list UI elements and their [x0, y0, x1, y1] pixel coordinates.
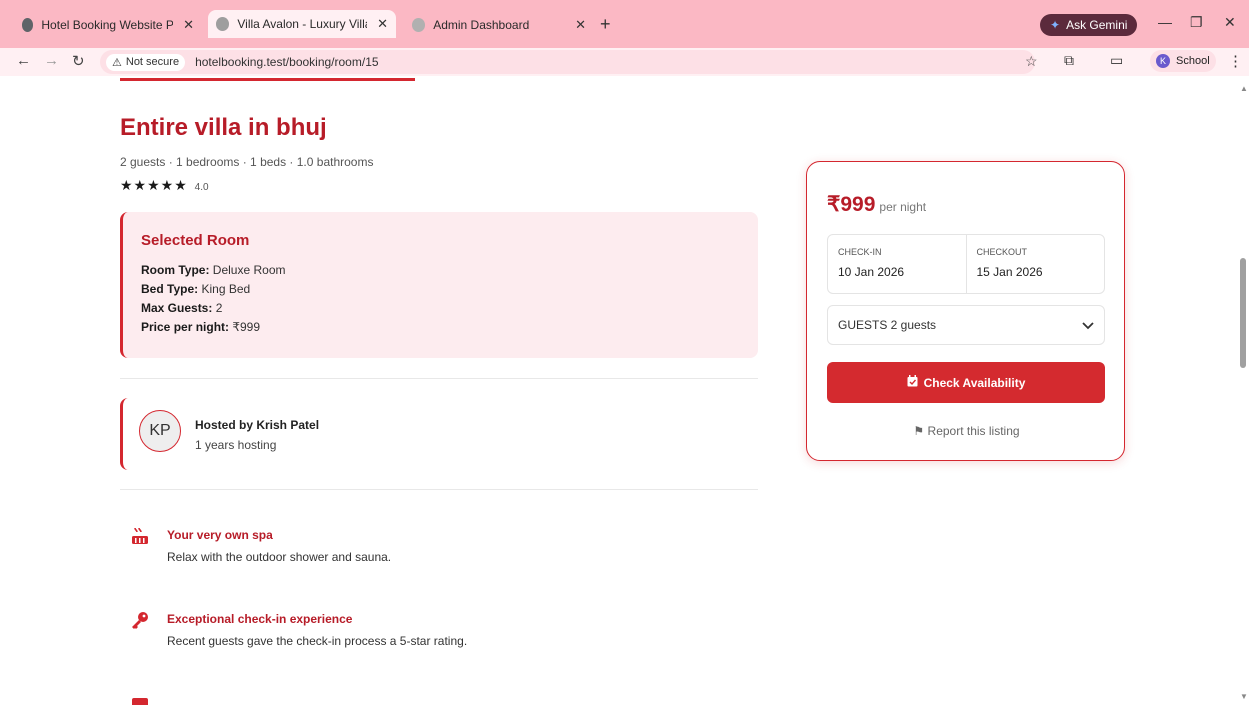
date-picker: CHECK-IN 10 Jan 2026 CHECKOUT 15 Jan 202… [827, 234, 1105, 294]
flag-icon: ⚑ [913, 424, 925, 438]
reading-list-icon[interactable]: ▭ [1110, 52, 1123, 69]
star-icons: ★★★★★ [120, 177, 188, 193]
globe-icon [216, 17, 230, 31]
profile-button[interactable]: K School [1150, 50, 1216, 72]
max-guests-row: Max Guests: 2 [141, 301, 740, 315]
feature-title: Exceptional check-in experience [167, 612, 353, 626]
browser-toolbar: ← → ↻ ⚠ Not secure hotelbooking.test/boo… [0, 48, 1249, 76]
profile-avatar: K [1156, 54, 1170, 68]
tab-admin-dashboard[interactable]: Admin Dashboard ✕ [404, 12, 594, 38]
tab-strip: Hotel Booking Website Project ✕ Villa Av… [0, 0, 1249, 48]
price-value: ₹999 [232, 320, 261, 334]
reload-icon[interactable]: ↻ [72, 52, 85, 70]
bed-type-row: Bed Type: King Bed [141, 282, 740, 296]
host-avatar: KP [139, 410, 181, 452]
max-guests-label: Max Guests: [141, 301, 213, 315]
chevron-down-icon [1082, 317, 1094, 333]
calendar-check-icon [907, 375, 918, 390]
max-guests-value: 2 [215, 301, 223, 315]
bookmark-star-icon[interactable]: ☆ [1025, 53, 1038, 70]
back-icon[interactable]: ← [16, 52, 31, 69]
listing-title: Entire villa in bhuj [120, 114, 327, 141]
header-accent-line [120, 78, 415, 81]
section-divider [120, 378, 758, 379]
checkout-value: 15 Jan 2026 [976, 265, 1043, 279]
check-availability-button[interactable]: Check Availability [827, 362, 1105, 403]
not-secure-chip[interactable]: ⚠ Not secure [106, 53, 186, 71]
per-night-label: per night [879, 200, 927, 214]
warning-icon: ⚠ [112, 56, 122, 69]
close-icon[interactable]: ✕ [575, 17, 586, 33]
tab-villa-avalon[interactable]: Villa Avalon - Luxury Villa in Fet ✕ [208, 10, 396, 38]
host-years: 1 years hosting [195, 438, 277, 452]
restore-icon[interactable]: ❐ [1190, 14, 1203, 31]
page-content: Entire villa in bhuj 2 guests · 1 bedroo… [0, 78, 1240, 705]
ask-gemini-label: Ask Gemini [1066, 18, 1128, 32]
forward-icon[interactable]: → [44, 52, 59, 69]
globe-icon [22, 18, 34, 32]
room-type-value: Deluxe Room [212, 263, 286, 277]
not-secure-label: Not secure [125, 56, 180, 68]
globe-icon [412, 18, 426, 32]
price-amount: ₹999 [827, 193, 876, 216]
guests-select[interactable]: GUESTS 2 guests [827, 305, 1105, 345]
feature-desc: Recent guests gave the check-in process … [167, 634, 468, 648]
tab-title: Admin Dashboard [433, 18, 530, 32]
price-label: Price per night: [141, 320, 230, 334]
feature-desc: Relax with the outdoor shower and sauna. [167, 550, 392, 564]
feature-title: Your very own spa [167, 528, 273, 542]
section-divider [120, 489, 758, 490]
profile-label: School [1176, 55, 1210, 67]
scroll-up-icon[interactable]: ▲ [1240, 84, 1248, 93]
selected-room-heading: Selected Room [141, 232, 250, 249]
page-scrollbar[interactable]: ▲ ▼ [1240, 78, 1249, 705]
calendar-icon [130, 694, 150, 705]
address-bar[interactable]: ⚠ Not secure hotelbooking.test/booking/r… [100, 50, 1035, 74]
extensions-icon[interactable]: ⧉ [1064, 52, 1074, 69]
tab-hotel-booking-project[interactable]: Hotel Booking Website Project ✕ [14, 12, 202, 38]
room-type-label: Room Type: [141, 263, 210, 277]
url-text[interactable]: hotelbooking.test/booking/room/15 [195, 55, 378, 69]
room-type-row: Room Type: Deluxe Room [141, 263, 740, 277]
guests-value: GUESTS 2 guests [838, 318, 937, 332]
rating-value: 4.0 [194, 182, 209, 193]
host-name: Hosted by Krish Patel [195, 418, 320, 432]
booking-card: ₹999 per night CHECK-IN 10 Jan 2026 CHECK… [806, 161, 1125, 461]
selected-room-panel: Selected Room Room Type: Deluxe Room Bed… [120, 212, 758, 358]
host-panel: KP Hosted by Krish Patel 1 years hosting [120, 398, 420, 470]
checkin-field[interactable]: CHECK-IN 10 Jan 2026 [828, 235, 966, 293]
checkout-field[interactable]: CHECKOUT 15 Jan 2026 [965, 235, 1105, 293]
checkout-label: CHECKOUT [976, 247, 1028, 257]
report-listing-link[interactable]: ⚑ Report this listing [807, 424, 1126, 438]
checkin-label: CHECK-IN [838, 247, 882, 257]
close-window-icon[interactable]: ✕ [1224, 14, 1236, 31]
scrollbar-thumb[interactable] [1240, 258, 1246, 368]
rating-stars: ★★★★★ 4.0 [120, 177, 209, 194]
bed-type-value: King Bed [201, 282, 251, 296]
tab-title: Hotel Booking Website Project [41, 18, 174, 32]
close-icon[interactable]: ✕ [377, 16, 388, 32]
scroll-down-icon[interactable]: ▼ [1240, 692, 1248, 701]
close-icon[interactable]: ✕ [183, 17, 194, 33]
minimize-icon[interactable]: — [1158, 14, 1172, 30]
new-tab-button[interactable]: + [600, 14, 611, 35]
browser-menu-icon[interactable]: ⋮ [1228, 52, 1243, 70]
ask-gemini-button[interactable]: ✦ Ask Gemini [1040, 14, 1138, 36]
check-availability-label: Check Availability [923, 375, 1026, 390]
price-row: Price per night: ₹999 [141, 320, 740, 334]
report-label: Report this listing [927, 424, 1020, 438]
hot-tub-icon [130, 526, 150, 546]
tab-title: Villa Avalon - Luxury Villa in Fet [237, 17, 367, 31]
bed-type-label: Bed Type: [141, 282, 199, 296]
key-icon [130, 610, 150, 630]
listing-meta: 2 guests · 1 bedrooms · 1 beds · 1.0 bat… [120, 155, 374, 169]
nightly-price: ₹999 per night [827, 192, 926, 217]
checkin-value: 10 Jan 2026 [838, 265, 905, 279]
gemini-icon: ✦ [1050, 18, 1061, 32]
